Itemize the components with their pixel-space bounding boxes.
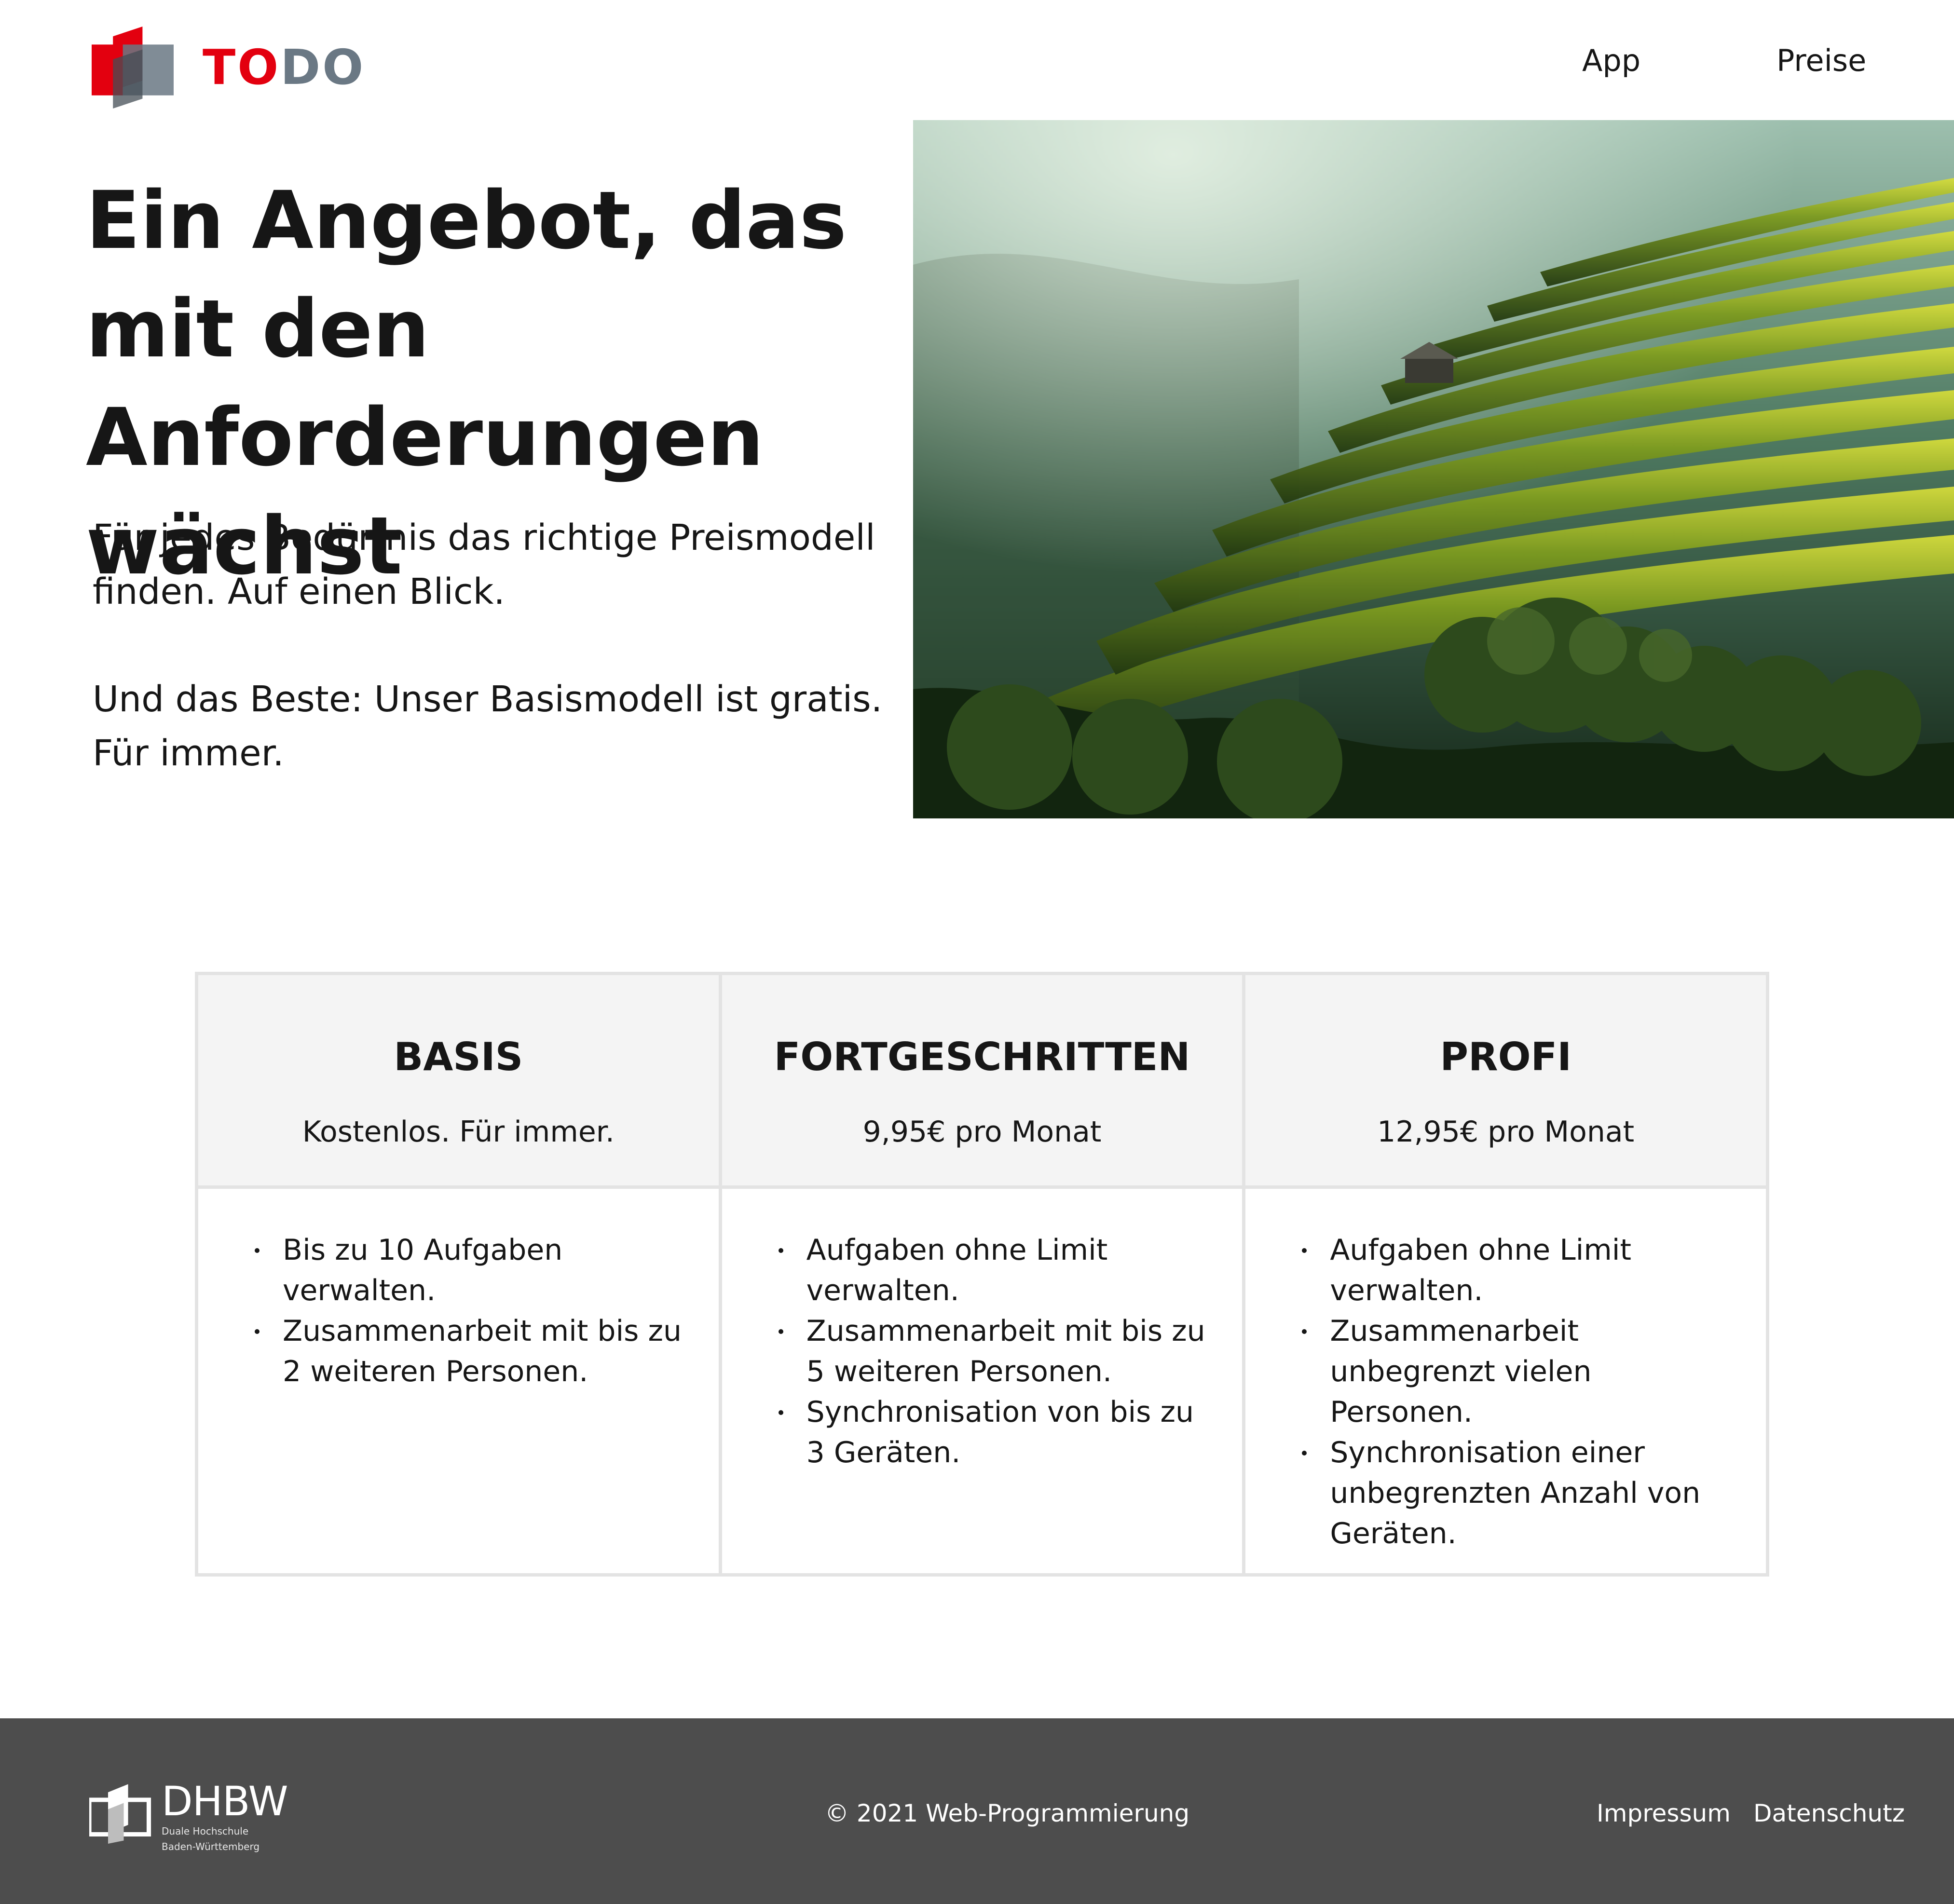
- feature-item: Aufgaben ohne Limit verwalten.: [1302, 1230, 1737, 1311]
- footer-link-datenschutz[interactable]: Datenschutz: [1753, 1801, 1905, 1825]
- todo-logo-text: TODO: [203, 39, 366, 95]
- feature-item: Zusammenarbeit mit bis zu 2 weiteren Per…: [255, 1311, 690, 1392]
- plan-features: Aufgaben ohne Limit verwalten. Zusammena…: [1245, 1189, 1766, 1573]
- site-header: TODO App Preise: [0, 0, 1954, 121]
- plan-basis: BASIS Kostenlos. Für immer. Bis zu 10 Au…: [198, 975, 722, 1573]
- dhbw-logo-wordmark: DHBW Duale Hochschule Baden-Württemberg: [162, 1781, 288, 1852]
- todo-logo-icon: [92, 27, 174, 109]
- dhbw-logo-name: DHBW: [162, 1778, 288, 1825]
- dhbw-logo-line2: Baden-Württemberg: [162, 1841, 260, 1852]
- site-footer: DHBW Duale Hochschule Baden-Württemberg …: [0, 1718, 1954, 1904]
- feature-item: Zusammenarbeit unbegrenzt vielen Persone…: [1302, 1311, 1737, 1432]
- plan-fortgeschritten: FORTGESCHRITTEN 9,95€ pro Monat Aufgaben…: [722, 975, 1246, 1573]
- dhbw-logo[interactable]: DHBW Duale Hochschule Baden-Württemberg: [89, 1781, 288, 1852]
- plan-features: Aufgaben ohne Limit verwalten. Zusammena…: [722, 1189, 1243, 1573]
- hero-paragraph-1: Für jedes Bedürfnis das richtige Preismo…: [93, 517, 875, 612]
- feature-item: Zusammenarbeit mit bis zu 5 weiteren Per…: [778, 1311, 1214, 1392]
- hero-paragraph-2: Und das Beste: Unser Basismodell ist gra…: [93, 679, 883, 774]
- feature-item: Bis zu 10 Aufgaben verwalten.: [255, 1230, 690, 1311]
- plan-header: BASIS Kostenlos. Für immer.: [198, 975, 719, 1189]
- plan-header: FORTGESCHRITTEN 9,95€ pro Monat: [722, 975, 1243, 1189]
- footer-link-impressum[interactable]: Impressum: [1597, 1801, 1731, 1825]
- plan-price: 12,95€ pro Monat: [1377, 1115, 1635, 1149]
- plan-features: Bis zu 10 Aufgaben verwalten. Zusammenar…: [198, 1189, 719, 1573]
- plan-header: PROFI 12,95€ pro Monat: [1245, 975, 1766, 1189]
- rice-terraces-illustration: [913, 120, 1954, 818]
- dhbw-logo-line1: Duale Hochschule: [162, 1825, 249, 1837]
- plan-price: Kostenlos. Für immer.: [302, 1115, 615, 1149]
- feature-item: Aufgaben ohne Limit verwalten.: [778, 1230, 1214, 1311]
- nav-link-preise[interactable]: Preise: [1776, 46, 1866, 76]
- nav-link-app[interactable]: App: [1582, 46, 1640, 76]
- feature-item: Synchronisation von bis zu 3 Geräten.: [778, 1392, 1214, 1473]
- feature-item: Synchronisation einer unbegrenzten Anzah…: [1302, 1432, 1737, 1554]
- plan-name: FORTGESCHRITTEN: [774, 1034, 1190, 1079]
- hero-image-rice-terraces: [913, 120, 1954, 818]
- plan-price: 9,95€ pro Monat: [862, 1115, 1102, 1149]
- copyright-text: © 2021 Web-Programmierung: [825, 1799, 1190, 1827]
- plan-name: BASIS: [394, 1034, 523, 1079]
- dhbw-logo-icon: [89, 1784, 151, 1844]
- todo-logo[interactable]: TODO: [92, 27, 365, 109]
- pricing-table: BASIS Kostenlos. Für immer. Bis zu 10 Au…: [195, 972, 1769, 1577]
- plan-name: PROFI: [1440, 1034, 1571, 1079]
- plan-profi: PROFI 12,95€ pro Monat Aufgaben ohne Lim…: [1245, 975, 1766, 1573]
